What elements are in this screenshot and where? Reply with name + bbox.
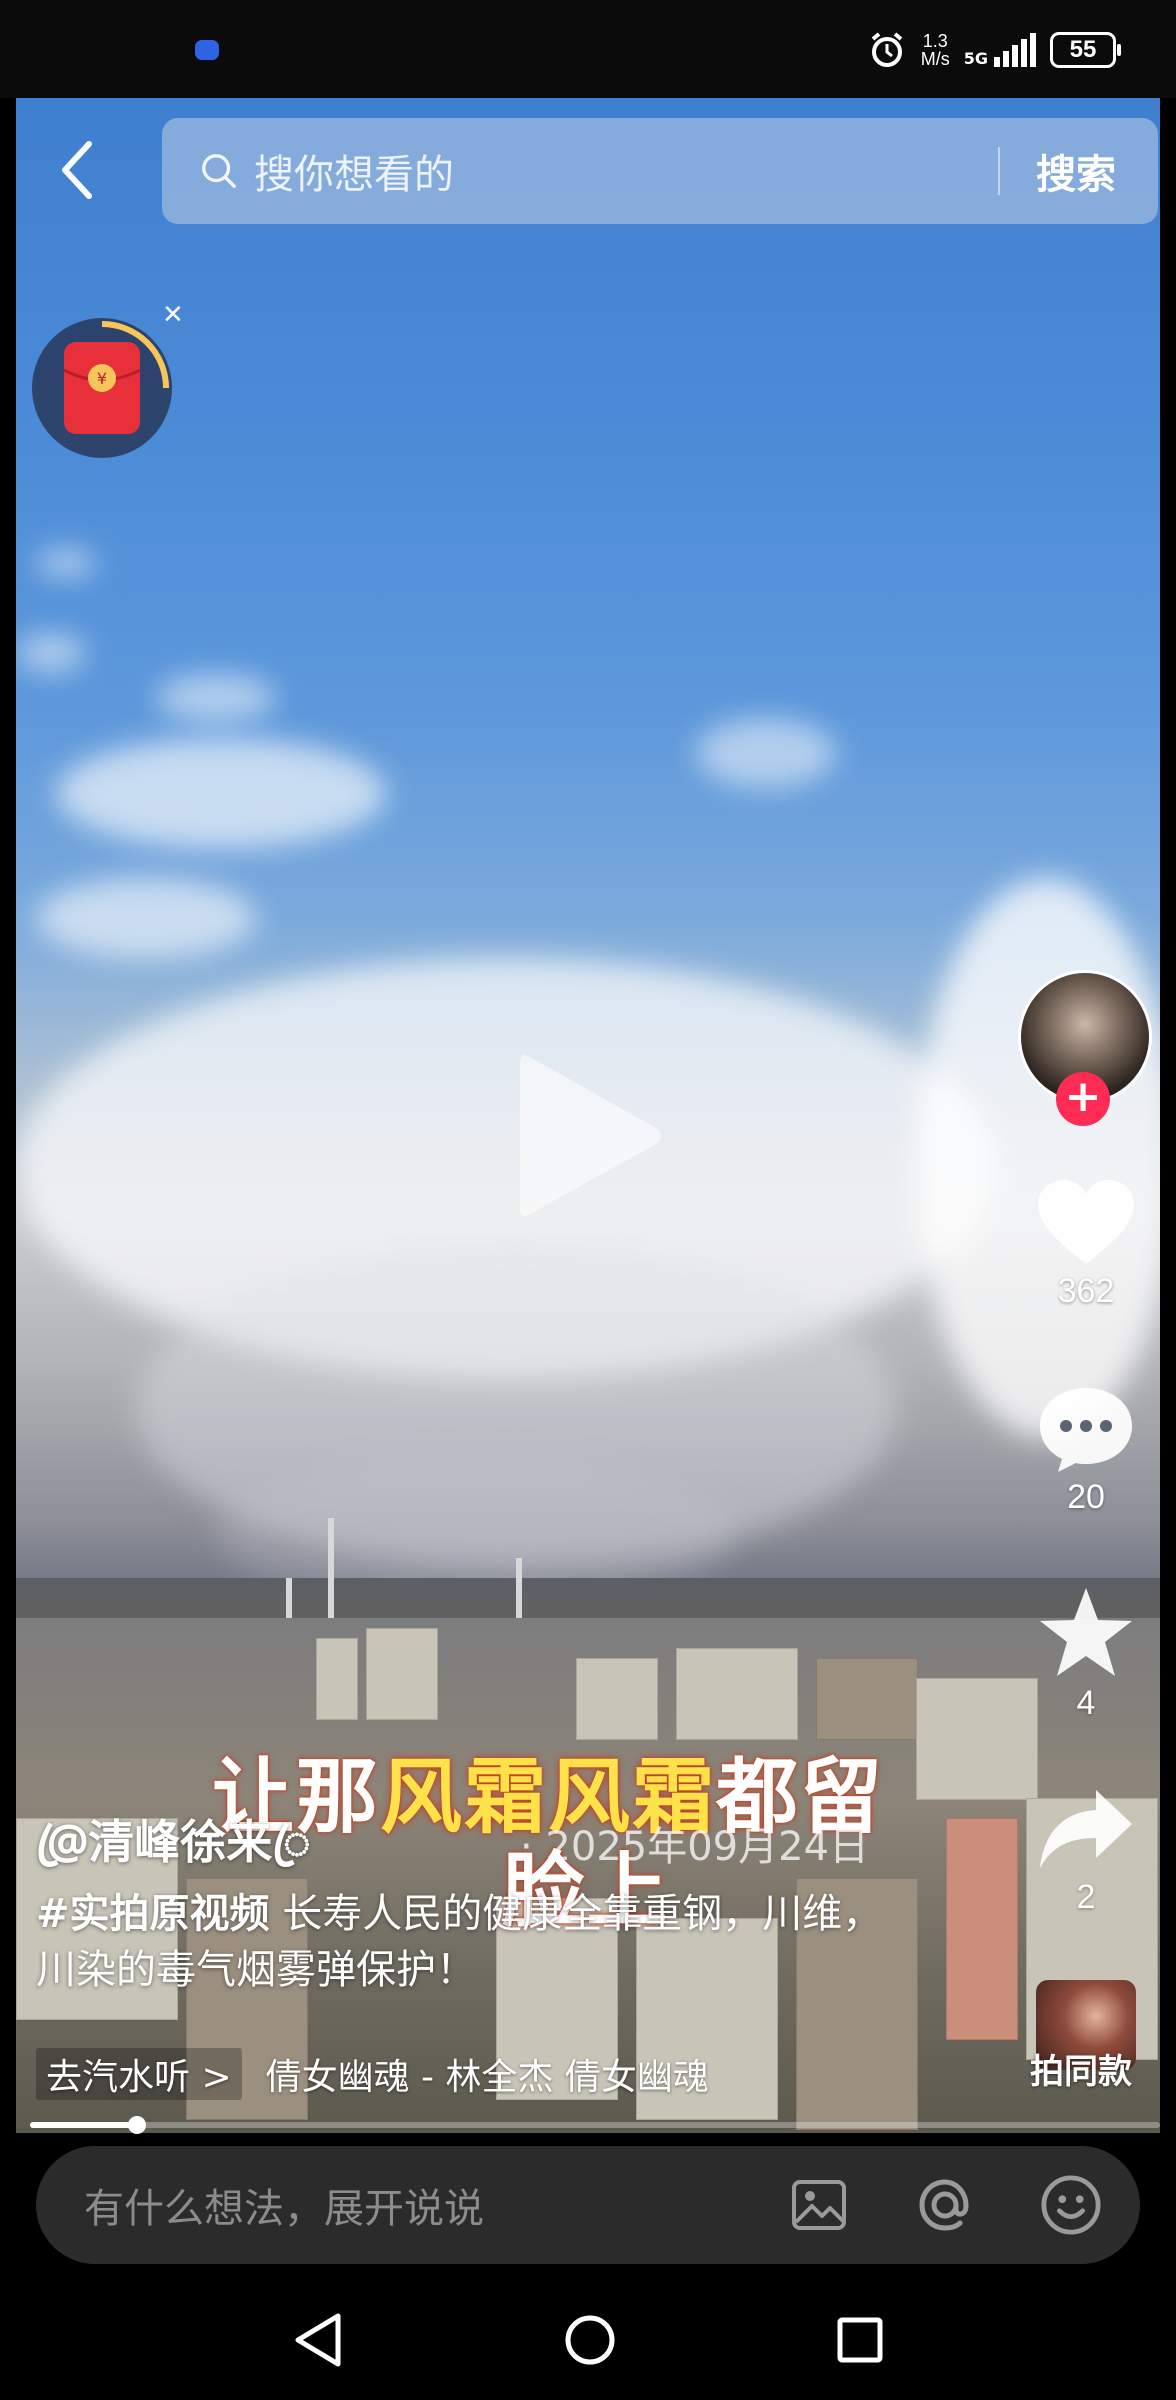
emoji-button[interactable] bbox=[1040, 2174, 1102, 2236]
at-icon bbox=[919, 2179, 969, 2231]
share-button[interactable]: 2 bbox=[1036, 1784, 1136, 1917]
comment-input-bar[interactable]: 有什么想法，展开说说 bbox=[36, 2146, 1140, 2264]
post-description: #实拍原视频 长寿人民的健康全靠重钢，川维，川染的毒气烟雾弹保护！ bbox=[36, 1886, 916, 1998]
battery-level: 55 bbox=[1069, 36, 1097, 63]
comment-icon bbox=[1040, 1388, 1132, 1472]
signal-icon bbox=[994, 33, 1036, 67]
svg-text:¥: ¥ bbox=[97, 369, 107, 388]
back-icon bbox=[62, 141, 92, 199]
network-speed-value: 1.3 bbox=[922, 31, 948, 51]
share-icon bbox=[1040, 1790, 1132, 1868]
music-row[interactable]: 去汽水听 > 倩女幽魂 - 林全杰 倩女幽魂 bbox=[36, 2048, 772, 2100]
building bbox=[816, 1658, 918, 1740]
cloud bbox=[16, 633, 86, 673]
music-title: 倩女幽魂 - 林全杰 倩女幽魂 bbox=[265, 2057, 709, 2098]
back-button[interactable] bbox=[52, 140, 102, 200]
cloud bbox=[36, 878, 256, 958]
status-right: 1.3 M/s 5G 55 bbox=[867, 24, 1121, 76]
system-nav-bar bbox=[0, 2280, 1176, 2400]
comment-count: 20 bbox=[1067, 1478, 1105, 1516]
star-icon bbox=[1040, 1588, 1132, 1676]
remix-label: 拍同款 bbox=[1030, 2052, 1132, 2092]
notification-icon bbox=[195, 40, 219, 60]
nav-home-icon[interactable] bbox=[564, 2314, 616, 2366]
building bbox=[316, 1638, 358, 1720]
building bbox=[676, 1648, 798, 1740]
status-left-notifications bbox=[60, 30, 240, 70]
music-app-link[interactable]: 去汽水听 > bbox=[36, 2048, 242, 2100]
like-count: 362 bbox=[1057, 1272, 1115, 1310]
favorite-button[interactable]: 4 bbox=[1036, 1584, 1136, 1723]
image-button[interactable] bbox=[788, 2174, 850, 2236]
comment-input[interactable]: 有什么想法，展开说说 bbox=[84, 2176, 788, 2234]
red-packet-icon: ¥ bbox=[63, 342, 141, 434]
follow-button[interactable]: + bbox=[1056, 1072, 1110, 1126]
hashtag-link[interactable]: #实拍原视频 bbox=[36, 1891, 270, 1937]
cloud bbox=[56, 738, 386, 848]
building bbox=[576, 1658, 658, 1740]
favorite-count: 4 bbox=[1076, 1684, 1096, 1722]
emoji-icon bbox=[1041, 2175, 1101, 2235]
network-type: 5G bbox=[963, 49, 988, 68]
nav-recents-icon[interactable] bbox=[836, 2316, 884, 2364]
heart-icon bbox=[1038, 1180, 1134, 1264]
post-date: · 2025年09月24日 bbox=[520, 1824, 870, 1870]
cloud bbox=[156, 673, 276, 723]
close-icon[interactable]: ✕ bbox=[162, 300, 184, 330]
cloud bbox=[916, 878, 1160, 1438]
cloud bbox=[696, 718, 836, 788]
status-bar: 1.3 M/s 5G 55 bbox=[0, 0, 1176, 98]
video-progress-bar[interactable] bbox=[30, 2116, 1160, 2134]
nav-back-icon[interactable] bbox=[292, 2312, 344, 2368]
alarm-icon bbox=[871, 32, 903, 67]
comment-button[interactable]: 20 bbox=[1036, 1384, 1136, 1517]
search-bar[interactable]: 搜你想看的 搜索 bbox=[162, 118, 1158, 224]
red-packet-widget[interactable]: ¥ bbox=[32, 318, 172, 458]
like-button[interactable]: 362 bbox=[1036, 1178, 1136, 1311]
search-input[interactable]: 搜你想看的 bbox=[254, 142, 998, 200]
play-icon[interactable] bbox=[508, 1046, 668, 1226]
mention-button[interactable] bbox=[914, 2174, 976, 2236]
network-speed: 1.3 M/s bbox=[921, 32, 950, 68]
building bbox=[366, 1628, 438, 1720]
progress-fill bbox=[30, 2122, 138, 2128]
battery-icon: 55 bbox=[1050, 32, 1121, 68]
share-count: 2 bbox=[1076, 1878, 1096, 1916]
search-icon bbox=[202, 154, 236, 188]
search-button[interactable]: 搜索 bbox=[1000, 142, 1158, 200]
image-icon bbox=[792, 2180, 846, 2230]
cloud bbox=[36, 548, 96, 578]
remix-button[interactable]: 拍同款 bbox=[1010, 1980, 1150, 2100]
network-speed-unit: M/s bbox=[920, 49, 950, 69]
